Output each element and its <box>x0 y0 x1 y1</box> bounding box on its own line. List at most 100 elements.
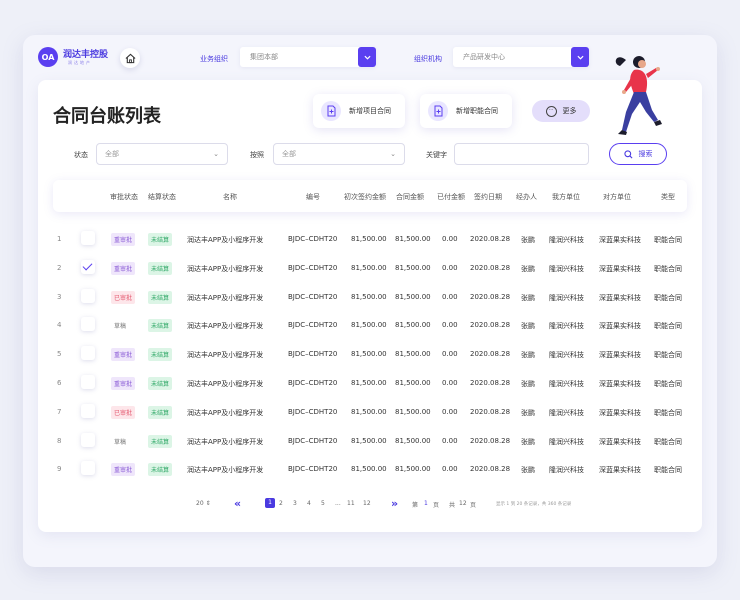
initial-amount: 81,500.00 <box>351 465 387 474</box>
goto-current-page[interactable]: 1 <box>424 500 428 507</box>
table-row[interactable]: 8 润达丰APP及小程序开发 BJDC–CDHT20 81,500.00 81,500.… <box>53 428 687 456</box>
their-unit: 深蓝果实科技 <box>599 322 641 331</box>
status-filter-select[interactable]: 全部 ⌄ <box>96 143 228 165</box>
row-checkbox[interactable] <box>81 403 95 418</box>
next-page-icon[interactable]: » <box>391 497 398 510</box>
search-button[interactable]: 搜索 <box>609 143 667 165</box>
contract-type: 职能合同 <box>654 351 682 360</box>
contract-name: 润达丰APP及小程序开发 <box>187 264 264 273</box>
row-number: 8 <box>57 436 62 445</box>
paid-amount: 0.00 <box>442 465 458 474</box>
row-checkbox[interactable] <box>81 461 95 476</box>
sign-date: 2020.08.28 <box>470 235 511 243</box>
sign-date: 2020.08.28 <box>470 465 511 474</box>
table-row[interactable]: 3 润达丰APP及小程序开发 BJDC–CDHT20 81,500.00 81,500.… <box>53 284 687 312</box>
header-handler: 经办人 <box>516 193 537 201</box>
row-checkbox[interactable] <box>81 346 95 361</box>
status-filter-label: 状态 <box>74 151 88 159</box>
row-checkbox[interactable] <box>81 432 95 447</box>
page-number[interactable]: 1 <box>265 498 275 508</box>
header-name: 名称 <box>223 193 237 201</box>
new-project-contract-label: 新增项目合同 <box>349 107 391 115</box>
sign-date: 2020.08.28 <box>470 407 511 416</box>
chevron-down-icon <box>358 47 376 67</box>
handler: 张鹏 <box>521 380 535 388</box>
contract-type: 职能合同 <box>654 322 682 331</box>
contract-code: BJDC–CDHT20 <box>288 235 338 243</box>
page-size-value: 20 <box>196 500 204 507</box>
our-unit: 隆润兴科技 <box>549 351 584 360</box>
chevron-down-icon <box>571 47 589 67</box>
page-number[interactable]: 3 <box>293 500 297 507</box>
table-row[interactable]: 4 润达丰APP及小程序开发 BJDC–CDHT20 81,500.00 81,500.… <box>53 312 687 340</box>
table-row[interactable]: 1 润达丰APP及小程序开发 BJDC–CDHT20 81,500.00 81,500.… <box>53 226 687 254</box>
org-select[interactable]: 集团本部 <box>240 47 376 67</box>
row-checkbox[interactable] <box>81 288 95 303</box>
our-unit: 隆润兴科技 <box>549 322 584 331</box>
add-document-icon <box>428 101 448 121</box>
contract-amount: 81,500.00 <box>395 263 431 272</box>
sign-date: 2020.08.28 <box>470 350 511 359</box>
our-unit: 隆润兴科技 <box>549 466 584 475</box>
contract-name: 润达丰APP及小程序开发 <box>187 380 264 388</box>
sign-date: 2020.08.28 <box>470 379 511 387</box>
row-checkbox[interactable] <box>81 317 95 332</box>
more-button[interactable]: ··· 更多 <box>532 100 590 122</box>
row-number: 2 <box>57 263 62 272</box>
table-row[interactable]: 5 润达丰APP及小程序开发 BJDC–CDHT20 81,500.00 81,500.… <box>53 341 687 369</box>
contract-name: 润达丰APP及小程序开发 <box>187 408 264 417</box>
contract-name: 润达丰APP及小程序开发 <box>187 293 264 302</box>
approval-status-badge: 已审批 <box>111 405 136 419</box>
dept-label: 组织机构 <box>414 55 442 63</box>
dept-select-value: 产品研发中心 <box>463 53 505 61</box>
new-function-contract-button[interactable]: 新增职能合同 <box>420 94 512 128</box>
keyword-label: 关键字 <box>426 151 447 159</box>
header-amount: 合同金额 <box>396 193 424 201</box>
table-row[interactable]: 9 润达丰APP及小程序开发 BJDC–CDHT20 81,500.00 81,500.… <box>53 456 687 484</box>
header-ours: 我方单位 <box>552 193 580 201</box>
total-prefix: 共 <box>449 502 456 509</box>
contract-code: BJDC–CDHT20 <box>288 436 338 445</box>
handler: 张鹏 <box>521 293 535 302</box>
page-number[interactable]: 5 <box>321 500 325 507</box>
by-filter-label: 按照 <box>250 151 264 159</box>
page-number[interactable]: 2 <box>279 500 283 507</box>
settle-status-badge: 未结算 <box>148 319 173 333</box>
their-unit: 深蓝果实科技 <box>599 236 641 244</box>
table-row[interactable]: 6 润达丰APP及小程序开发 BJDC–CDHT20 81,500.00 81,500.… <box>53 370 687 398</box>
approval-status-badge: 草稿 <box>114 323 127 331</box>
contract-name: 润达丰APP及小程序开发 <box>187 466 264 475</box>
more-label: 更多 <box>562 107 577 115</box>
our-unit: 隆润兴科技 <box>549 236 584 244</box>
their-unit: 深蓝果实科技 <box>599 437 641 446</box>
top-bar: OA 润达丰控股 润达地产 业务组织 集团本部 组织机构 产品研发中心 <box>38 44 688 74</box>
handler: 张鹏 <box>521 466 535 475</box>
contract-amount: 81,500.00 <box>395 350 431 359</box>
page-size-select[interactable]: 20 ⇕ <box>196 500 211 507</box>
page-number[interactable]: 4 <box>307 500 311 507</box>
home-button[interactable] <box>120 48 140 68</box>
paid-amount: 0.00 <box>442 292 458 301</box>
paid-amount: 0.00 <box>442 350 458 359</box>
contract-amount: 81,500.00 <box>395 235 431 243</box>
contract-type: 职能合同 <box>654 264 682 273</box>
our-unit: 隆润兴科技 <box>549 264 584 273</box>
handler: 张鹏 <box>521 322 535 331</box>
prev-page-icon[interactable]: « <box>234 497 241 510</box>
keyword-input[interactable] <box>454 143 589 165</box>
by-filter-select[interactable]: 全部 ⌄ <box>273 143 405 165</box>
row-checkbox[interactable] <box>81 259 95 274</box>
table-row[interactable]: 7 润达丰APP及小程序开发 BJDC–CDHT20 81,500.00 81,500.… <box>53 399 687 427</box>
table-row[interactable]: 2 润达丰APP及小程序开发 BJDC–CDHT20 81,500.00 81,500.… <box>53 255 687 283</box>
row-checkbox[interactable] <box>81 375 95 389</box>
new-project-contract-button[interactable]: 新增项目合同 <box>313 94 405 128</box>
pagination: 20 ⇕ « 1 2 3 4 5... 11 12 » 第 1 页 共 12 页 显示 1 … <box>38 495 702 515</box>
page-number[interactable]: 11 <box>347 500 355 507</box>
add-document-icon <box>321 101 341 121</box>
paid-amount: 0.00 <box>442 436 458 445</box>
paid-amount: 0.00 <box>442 235 458 243</box>
page-number[interactable]: 12 <box>363 500 371 507</box>
row-checkbox[interactable] <box>81 231 95 245</box>
dept-select[interactable]: 产品研发中心 <box>453 47 589 67</box>
contract-code: BJDC–CDHT20 <box>288 321 338 330</box>
